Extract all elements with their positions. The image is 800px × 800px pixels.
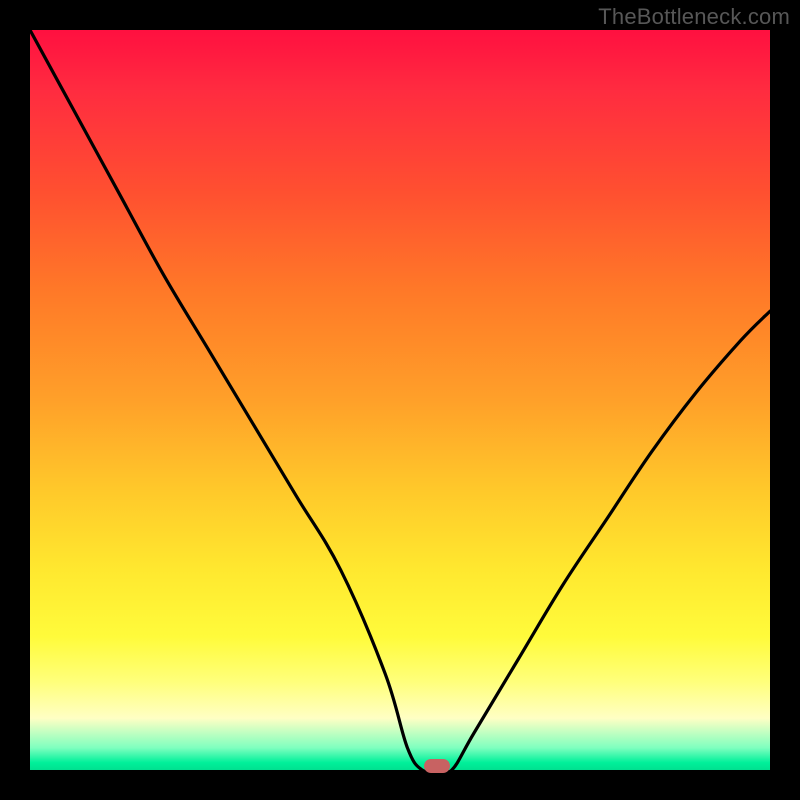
curve-path [30,30,770,770]
bottleneck-curve [30,30,770,770]
chart-frame: TheBottleneck.com [0,0,800,800]
optimal-point-marker [424,759,450,773]
plot-area [30,30,770,770]
watermark-text: TheBottleneck.com [598,4,790,30]
